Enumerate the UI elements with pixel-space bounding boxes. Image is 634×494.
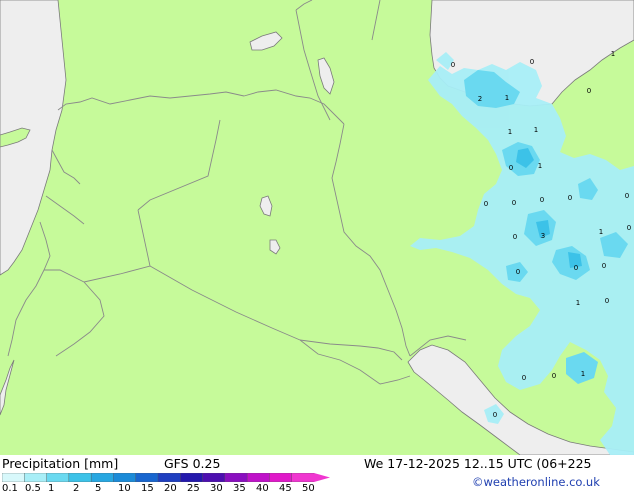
scale-label: 20: [164, 483, 177, 494]
precip-value-label: 1: [508, 128, 512, 136]
precip-value-label: 0: [484, 200, 488, 208]
precip-value-label: 0: [509, 164, 513, 172]
precip-value-label: 0: [530, 58, 534, 66]
precip-value-label: 1: [611, 50, 615, 58]
scale-label: 2: [73, 483, 80, 494]
precip-value-label: 0: [568, 194, 572, 202]
scale-cell: [113, 473, 137, 482]
scale-label: 25: [187, 483, 200, 494]
precip-value-label: 0: [605, 297, 609, 305]
precip-value-label: 0: [552, 372, 556, 380]
precip-value-label: 0: [516, 268, 520, 276]
scale-label: 5: [95, 483, 102, 494]
legend-footer: Precipitation [mm] GFS 0.25 We 17-12-202…: [0, 455, 634, 494]
scale-cell: [90, 473, 114, 482]
scale-arrow: [314, 473, 330, 482]
scale-label: 10: [118, 483, 131, 494]
precip-value-label: 1: [538, 162, 542, 170]
scale-label: 40: [256, 483, 269, 494]
credit-link[interactable]: ©weatheronline.co.uk: [472, 476, 600, 489]
scale-label: 15: [141, 483, 154, 494]
legend-title: Precipitation [mm]: [2, 456, 119, 471]
scale-label: 1: [48, 483, 55, 494]
scale-cell: [202, 473, 226, 482]
scale-cell: [224, 473, 248, 482]
precip-value-label: 0: [522, 374, 526, 382]
scale-cell: [68, 473, 92, 482]
precip-value-label: 1: [534, 126, 538, 134]
precip-value-label: 1: [599, 228, 603, 236]
precip-value-label: 1: [505, 94, 509, 102]
precip-value-label: 0: [451, 61, 455, 69]
precip-value-label: 0: [587, 87, 591, 95]
precip-value-label: 0: [540, 196, 544, 204]
scale-cell: [180, 473, 204, 482]
precip-value-label: 0: [625, 192, 629, 200]
scale-cell: [24, 473, 48, 482]
scale-cell: [2, 473, 25, 482]
scale-label: 30: [210, 483, 223, 494]
scale-cell: [291, 473, 315, 482]
scale-cell: [246, 473, 270, 482]
forecast-datetime: We 17-12-2025 12..15 UTC (06+225: [364, 456, 592, 471]
precip-value-label: 3: [541, 232, 545, 240]
precip-value-label: 0: [513, 233, 517, 241]
scale-label: 35: [233, 483, 246, 494]
precipitation-map: 0 0 1 2 1 0 1 1 0 1 0 0 0 0 0 0 3 1 0 0 0 0 1 0 0 0 1 0: [0, 0, 634, 455]
precip-value-label: 0: [574, 264, 578, 272]
scale-label: 45: [279, 483, 292, 494]
precipitation-color-scale: [2, 473, 330, 482]
scale-cell: [46, 473, 70, 482]
precip-value-label: 0: [493, 411, 497, 419]
scale-label: 0.5: [25, 483, 41, 494]
scale-label: 50: [302, 483, 315, 494]
precip-value-label: 0: [512, 199, 516, 207]
precip-value-label: 1: [581, 370, 585, 378]
precip-value-label: 1: [576, 299, 580, 307]
scale-cell: [157, 473, 181, 482]
precip-value-label: 0: [627, 224, 631, 232]
scale-cell: [269, 473, 293, 482]
model-name: GFS 0.25: [164, 456, 221, 471]
scale-label: 0.1: [2, 483, 18, 494]
precip-value-label: 0: [602, 262, 606, 270]
precip-value-label: 2: [478, 95, 482, 103]
scale-cell: [135, 473, 159, 482]
